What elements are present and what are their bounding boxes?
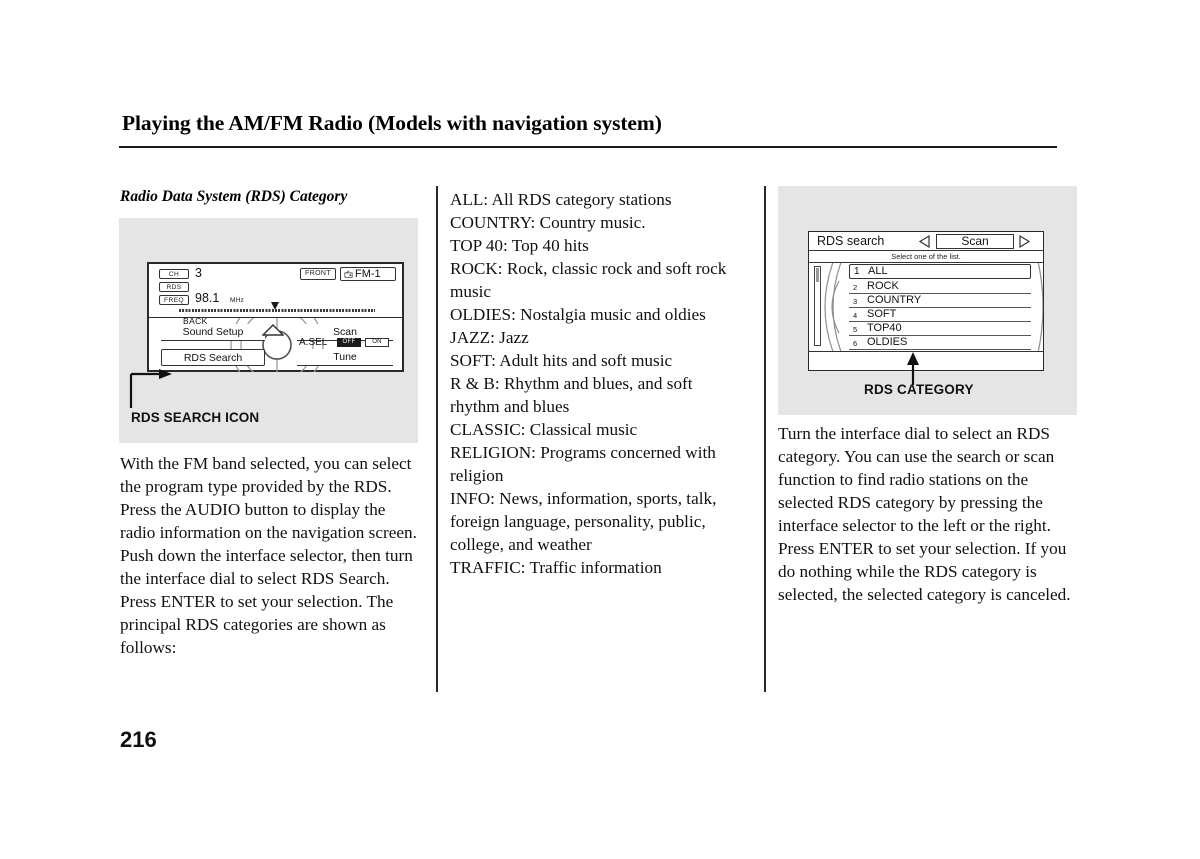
tune-button[interactable]: Tune [297, 349, 393, 366]
list-item[interactable]: 5 TOP40 [849, 322, 1031, 336]
list-item[interactable]: 3 COUNTRY [849, 294, 1031, 308]
radio-tuner-icon [344, 270, 353, 278]
navigation-screen-illustration: RDS search Scan Select one of the list. [808, 231, 1044, 371]
asel-off-toggle[interactable]: OFF [337, 338, 361, 347]
list-item-number: 6 [853, 339, 858, 348]
list-item-number: 3 [853, 297, 858, 306]
rds-search-button[interactable]: RDS Search [161, 349, 265, 366]
ch-badge: CH [159, 269, 189, 279]
left-column-body-text: With the FM band selected, you can selec… [120, 454, 417, 657]
back-triangle-icon [262, 324, 284, 336]
list-scrollbar[interactable] [814, 266, 821, 346]
list-item-number: 5 [853, 325, 858, 334]
list-item-number: 1 [854, 266, 860, 277]
previous-arrow-icon[interactable] [919, 235, 930, 248]
rds-category-pointer-arrow-icon [907, 352, 919, 385]
list-item-label: COUNTRY [867, 294, 922, 306]
nav-category-list: 1 ALL 2 ROCK 3 COUNTRY 4 SOFT 5 TOP40 6 … [809, 263, 1043, 351]
asel-label: A.SEL [299, 337, 328, 348]
freq-badge: FREQ [159, 295, 189, 305]
rds-search-pointer-arrow-icon [129, 369, 172, 408]
section-subtitle: Radio Data System (RDS) Category [120, 188, 348, 205]
list-item[interactable]: 2 ROCK [849, 280, 1031, 294]
title-divider-rule [119, 146, 1057, 148]
manual-page: Playing the AM/FM Radio (Models with nav… [0, 0, 1200, 859]
list-item-number: 2 [853, 283, 858, 292]
frequency-unit: MHz [230, 297, 244, 304]
radio-display-area: CH RDS FREQ 3 98.1 MHz FRONT FM-1 [149, 264, 402, 318]
rds-category-list-text: ALL: All RDS category stations COUNTRY: … [450, 190, 727, 577]
tuner-scale-bar [179, 309, 375, 312]
band-indicator: FM-1 [340, 267, 396, 281]
rds-search-icon-caption: RDS SEARCH ICON [131, 410, 260, 425]
column-divider-right [764, 186, 766, 692]
list-item[interactable]: 4 SOFT [849, 308, 1031, 322]
list-item-label: ROCK [867, 280, 899, 292]
frequency-value: 98.1 [195, 291, 220, 305]
list-item-label: OLDIES [867, 336, 908, 348]
right-column-body-text: Turn the interface dial to select an RDS… [778, 424, 1071, 604]
nav-screen-hint: Select one of the list. [809, 251, 1043, 263]
back-label: BACK [183, 316, 208, 326]
nav-screen-header: RDS search Scan [809, 232, 1043, 251]
nav-screen-footer [809, 351, 1043, 370]
sound-setup-button[interactable]: Sound Setup [161, 324, 265, 341]
list-item-label: ALL [868, 265, 888, 277]
list-item-label: TOP40 [867, 322, 902, 334]
column-divider-left [436, 186, 438, 692]
page-number: 216 [120, 727, 157, 752]
rds-badge: RDS [159, 282, 189, 292]
list-item-number: 4 [853, 311, 858, 320]
list-item[interactable]: 1 ALL [849, 264, 1031, 279]
nav-screen-title: RDS search [817, 234, 885, 248]
channel-value: 3 [195, 266, 202, 280]
list-item-label: SOFT [867, 308, 897, 320]
nav-scan-button[interactable]: Scan [936, 234, 1014, 249]
rds-category-caption: RDS CATEGORY [864, 382, 974, 397]
band-label: FM-1 [355, 268, 381, 280]
next-arrow-icon[interactable] [1019, 235, 1030, 248]
scrollbar-thumb[interactable] [816, 268, 819, 282]
page-title: Playing the AM/FM Radio (Models with nav… [122, 111, 662, 135]
front-badge: FRONT [300, 268, 336, 280]
asel-on-toggle[interactable]: ON [365, 338, 389, 347]
list-item[interactable]: 6 OLDIES [849, 336, 1031, 350]
